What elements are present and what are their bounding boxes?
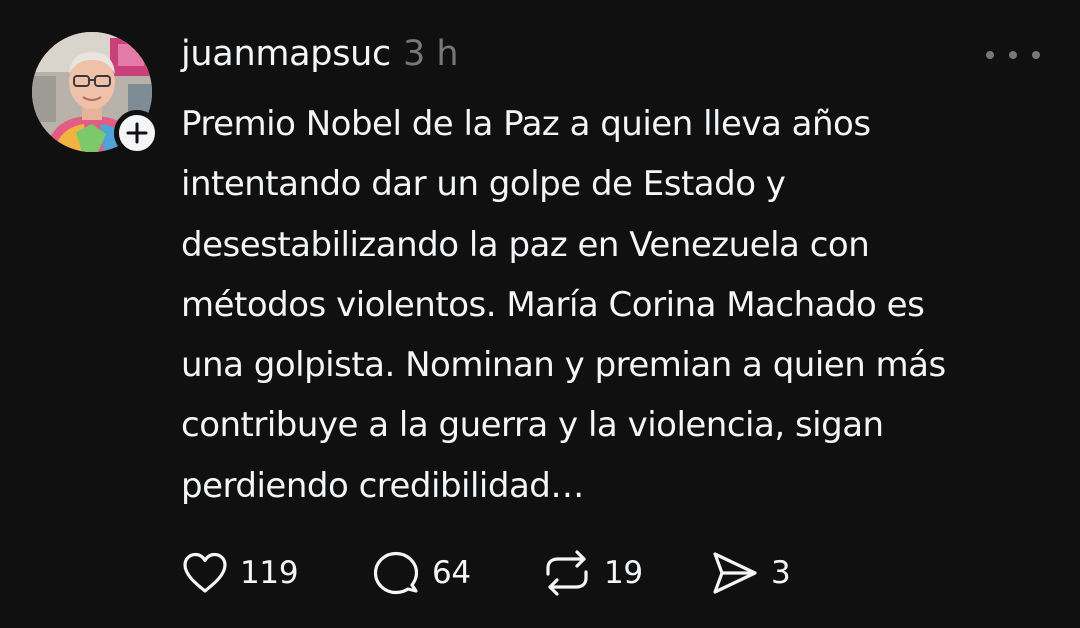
post-header: juanmapsuc 3 h	[181, 34, 459, 80]
follow-button[interactable]	[114, 110, 160, 156]
username[interactable]: juanmapsuc	[181, 34, 391, 74]
post-text: Premio Nobel de la Paz a quien lleva año…	[181, 104, 946, 506]
dot	[1032, 51, 1040, 59]
dot	[1009, 51, 1017, 59]
share-icon	[713, 552, 757, 594]
plus-icon	[126, 122, 148, 144]
action-bar: 119 64 19 3	[180, 545, 840, 601]
avatar-container[interactable]	[32, 32, 160, 156]
comment-icon	[373, 551, 419, 595]
repost-icon	[546, 550, 588, 596]
comment-count: 64	[432, 555, 471, 591]
repost-button[interactable]: 19	[542, 545, 643, 601]
like-count: 119	[240, 555, 299, 591]
timestamp: 3 h	[402, 34, 459, 74]
thread-post: juanmapsuc 3 h Premio Nobel de la Paz a …	[0, 0, 1080, 628]
more-options-icon[interactable]	[986, 40, 1040, 70]
like-button[interactable]: 119	[182, 545, 299, 601]
dot	[986, 51, 994, 59]
share-count: 3	[771, 555, 791, 591]
heart-icon	[183, 552, 227, 593]
share-button[interactable]: 3	[711, 545, 791, 601]
repost-count: 19	[604, 555, 643, 591]
comment-button[interactable]: 64	[372, 545, 471, 601]
